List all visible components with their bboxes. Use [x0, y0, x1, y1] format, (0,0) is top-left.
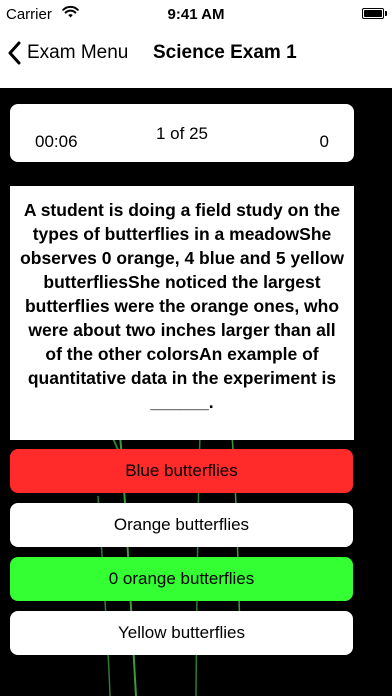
nav-bar: Exam Menu Science Exam 1 [0, 30, 392, 88]
back-label: Exam Menu [27, 42, 129, 63]
question-panel: A student is doing a field study on the … [10, 186, 354, 440]
answer-label: 0 orange butterflies [108, 569, 255, 588]
answer-option-3[interactable]: 0 orange butterflies [10, 557, 353, 601]
question-progress: 1 of 25 [156, 124, 208, 143]
answer-option-4[interactable]: Yellow butterflies [10, 611, 353, 655]
answer-label: Blue butterflies [125, 461, 238, 480]
battery-icon [362, 8, 384, 19]
answer-label: Yellow butterflies [118, 623, 245, 642]
status-bar: Carrier 9:41 AM [0, 0, 392, 30]
battery-tip [385, 11, 387, 16]
back-button[interactable]: Exam Menu [8, 38, 128, 68]
chevron-left-icon [8, 41, 21, 65]
score: 0 [319, 132, 329, 151]
stats-panel: 00:06 1 of 25 0 [10, 104, 354, 162]
question-text: A student is doing a field study on the … [20, 200, 344, 412]
answer-option-1[interactable]: Blue butterflies [10, 449, 353, 493]
answer-option-2[interactable]: Orange butterflies [10, 503, 353, 547]
page-title: Science Exam 1 [153, 42, 297, 63]
clock: 9:41 AM [167, 6, 225, 23]
top-bar: Carrier 9:41 AM Exam Menu Science Exam 1 [0, 0, 392, 88]
answer-label: Orange butterflies [113, 515, 250, 534]
